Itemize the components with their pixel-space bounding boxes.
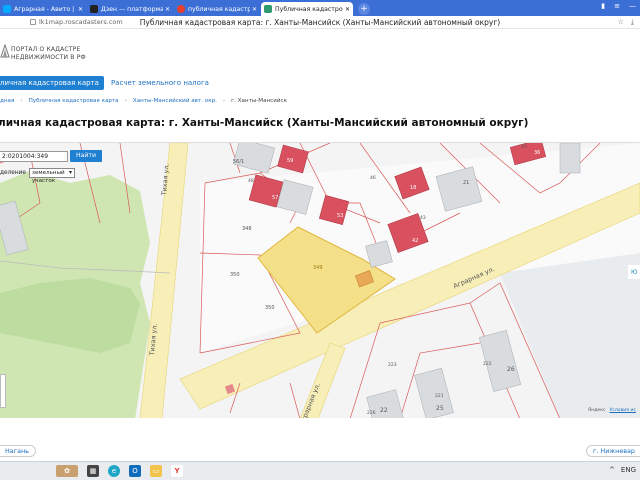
avito-favicon-icon (3, 5, 11, 13)
close-icon[interactable]: ✕ (78, 6, 83, 13)
tab-title: Аграрная - Авито | Объя (14, 5, 76, 13)
site-nav: личная кадастровая карта Расчет земельно… (0, 76, 209, 90)
browser-tab-cadastre-active[interactable]: Публичная кадастровая ✕ (261, 2, 353, 16)
outlook-icon[interactable]: O (129, 465, 141, 477)
browser-tabstrip: Аграрная - Авито | Объя ✕ Дзен — платфор… (0, 0, 640, 16)
large-building-area (500, 253, 640, 418)
parcel-label: 222 (483, 362, 492, 367)
breadcrumb-separator: › (222, 98, 226, 104)
parcel-label: 350 (230, 272, 240, 278)
logo-line-2: НЕДВИЖИМОСТИ В РФ (11, 54, 86, 61)
object-type-label: деление (0, 170, 26, 176)
windows-taskbar: ✿ ▦ e O ▭ Y ^ ENG (0, 461, 640, 480)
minimize-icon[interactable]: — (629, 2, 636, 10)
close-icon[interactable]: ✕ (165, 6, 170, 13)
window-controls: ▮ ≡ — (601, 2, 636, 10)
breadcrumb-separator: › (20, 98, 23, 104)
address-bar[interactable]: lk1map.roscadasters.com Публичная кадаст… (0, 16, 640, 29)
tray-chevron-icon[interactable]: ^ (609, 466, 615, 474)
menu-icon[interactable]: ≡ (614, 2, 620, 10)
parcel-label: 21 (463, 180, 470, 186)
language-indicator[interactable]: ENG (621, 466, 636, 474)
object-type-selector: деление земельный участок (0, 168, 75, 184)
parcel-label: 42 (412, 238, 419, 244)
photo-icon[interactable]: ✿ (56, 465, 78, 477)
parcel-label: 348 (242, 226, 252, 232)
url-text[interactable]: lk1map.roscadasters.com (39, 18, 123, 26)
cadastral-number-search-input[interactable]: 2:0201004:349 (0, 151, 68, 162)
browser-tab-avito[interactable]: Аграрная - Авито | Объя ✕ (0, 2, 86, 16)
site-header: ПОРТАЛ О КАДАСТРЕ НЕДВИЖИМОСТИ В РФ (0, 29, 640, 71)
breadcrumb-separator: › (124, 98, 127, 104)
breadcrumb-item-city: г. Ханты-Мансийск (231, 98, 287, 104)
footer-area: Нагань г. Нижневар (0, 418, 640, 461)
breadcrumb-item-region[interactable]: Ханты-Мансийский авт. окр. (133, 98, 217, 104)
dzen-favicon-icon (90, 5, 98, 13)
map-marker-label[interactable]: Ю (631, 269, 637, 276)
map-attribution: Яндекс Условия ис (588, 408, 636, 413)
system-tray: ^ ENG (609, 466, 636, 474)
parcel-label: 26 (507, 366, 515, 373)
nearby-city-link-right[interactable]: г. Нижневар (586, 445, 640, 457)
task-view-icon[interactable]: ▦ (87, 465, 99, 477)
parcel-label: 223 (388, 363, 397, 368)
parcel-label: 22 (380, 407, 388, 414)
parcel-label: 46 (370, 176, 376, 181)
yandex-icon[interactable]: Y (171, 465, 183, 477)
logo-line-1: ПОРТАЛ О КАДАСТРЕ (11, 46, 81, 53)
parcel-label: 18 (410, 185, 417, 191)
tab-title: Публичная кадастровая (275, 5, 343, 13)
yandex-favicon-icon (177, 5, 185, 13)
new-tab-button[interactable]: + (358, 3, 370, 15)
parcel-label: 53 (337, 213, 344, 219)
close-icon[interactable]: ✕ (345, 6, 350, 13)
parcel-label: 226 (367, 411, 376, 416)
parcel-label: 36 (534, 150, 541, 156)
parcel-label: 221 (435, 394, 444, 399)
bookmarks-icon[interactable]: ▮ (601, 2, 605, 10)
map-canvas[interactable] (0, 143, 640, 418)
cadastre-favicon-icon (264, 5, 272, 13)
close-icon[interactable]: ✕ (252, 6, 257, 13)
nav-item-cadastral-map[interactable]: личная кадастровая карта (0, 76, 104, 90)
tab-title: публичная кадастровая к (188, 5, 250, 13)
parcel-label: 59 (287, 158, 294, 164)
parcel-label: 57 (272, 195, 279, 201)
breadcrumb: дная › Публичная кадастровая карта › Хан… (0, 98, 287, 104)
page-title: личная кадастровая карта: г. Ханты-Манси… (0, 117, 529, 129)
zoom-control[interactable] (0, 374, 6, 408)
portal-logo-icon[interactable] (0, 44, 10, 58)
nav-item-land-tax[interactable]: Расчет земельного налога (111, 79, 209, 87)
breadcrumb-item-cadastral-map[interactable]: Публичная кадастровая карта (29, 98, 119, 104)
cadastral-map[interactable]: 56/1 59 48 46 57 53 43 42 348 349 350 35… (0, 142, 640, 418)
object-type-select[interactable]: земельный участок (28, 168, 75, 184)
download-icon[interactable]: ⤓ (631, 18, 634, 27)
parcel-label: 350 (265, 305, 275, 311)
explorer-icon[interactable]: ▭ (150, 465, 162, 477)
parcel-label: 16 (521, 145, 527, 150)
browser-tab-dzen[interactable]: Дзен — платформа для п ✕ (87, 2, 173, 16)
terms-of-use-link[interactable]: Условия ис (610, 408, 637, 413)
parcel-label: 56/1 (233, 159, 245, 165)
portal-logo-text[interactable]: ПОРТАЛ О КАДАСТРЕ НЕДВИЖИМОСТИ В РФ (11, 46, 86, 62)
edge-icon[interactable]: e (108, 465, 120, 477)
yandex-brand: Яндекс (588, 408, 606, 413)
browser-tab-cadastre-search[interactable]: публичная кадастровая к ✕ (174, 2, 260, 16)
tab-title: Дзен — платформа для п (101, 5, 163, 13)
find-button[interactable]: Найти (70, 150, 102, 162)
parcel-label: 25 (436, 405, 444, 412)
breadcrumb-item-home[interactable]: дная (0, 98, 14, 104)
parcel-label-selected: 349 (313, 265, 323, 271)
parcel-label: 43 (420, 216, 426, 221)
bookmark-star-icon[interactable]: ☆ (618, 18, 624, 27)
parcel-label: 48 (248, 179, 254, 184)
nearby-city-link-left[interactable]: Нагань (0, 445, 36, 457)
lock-icon[interactable] (30, 19, 36, 25)
